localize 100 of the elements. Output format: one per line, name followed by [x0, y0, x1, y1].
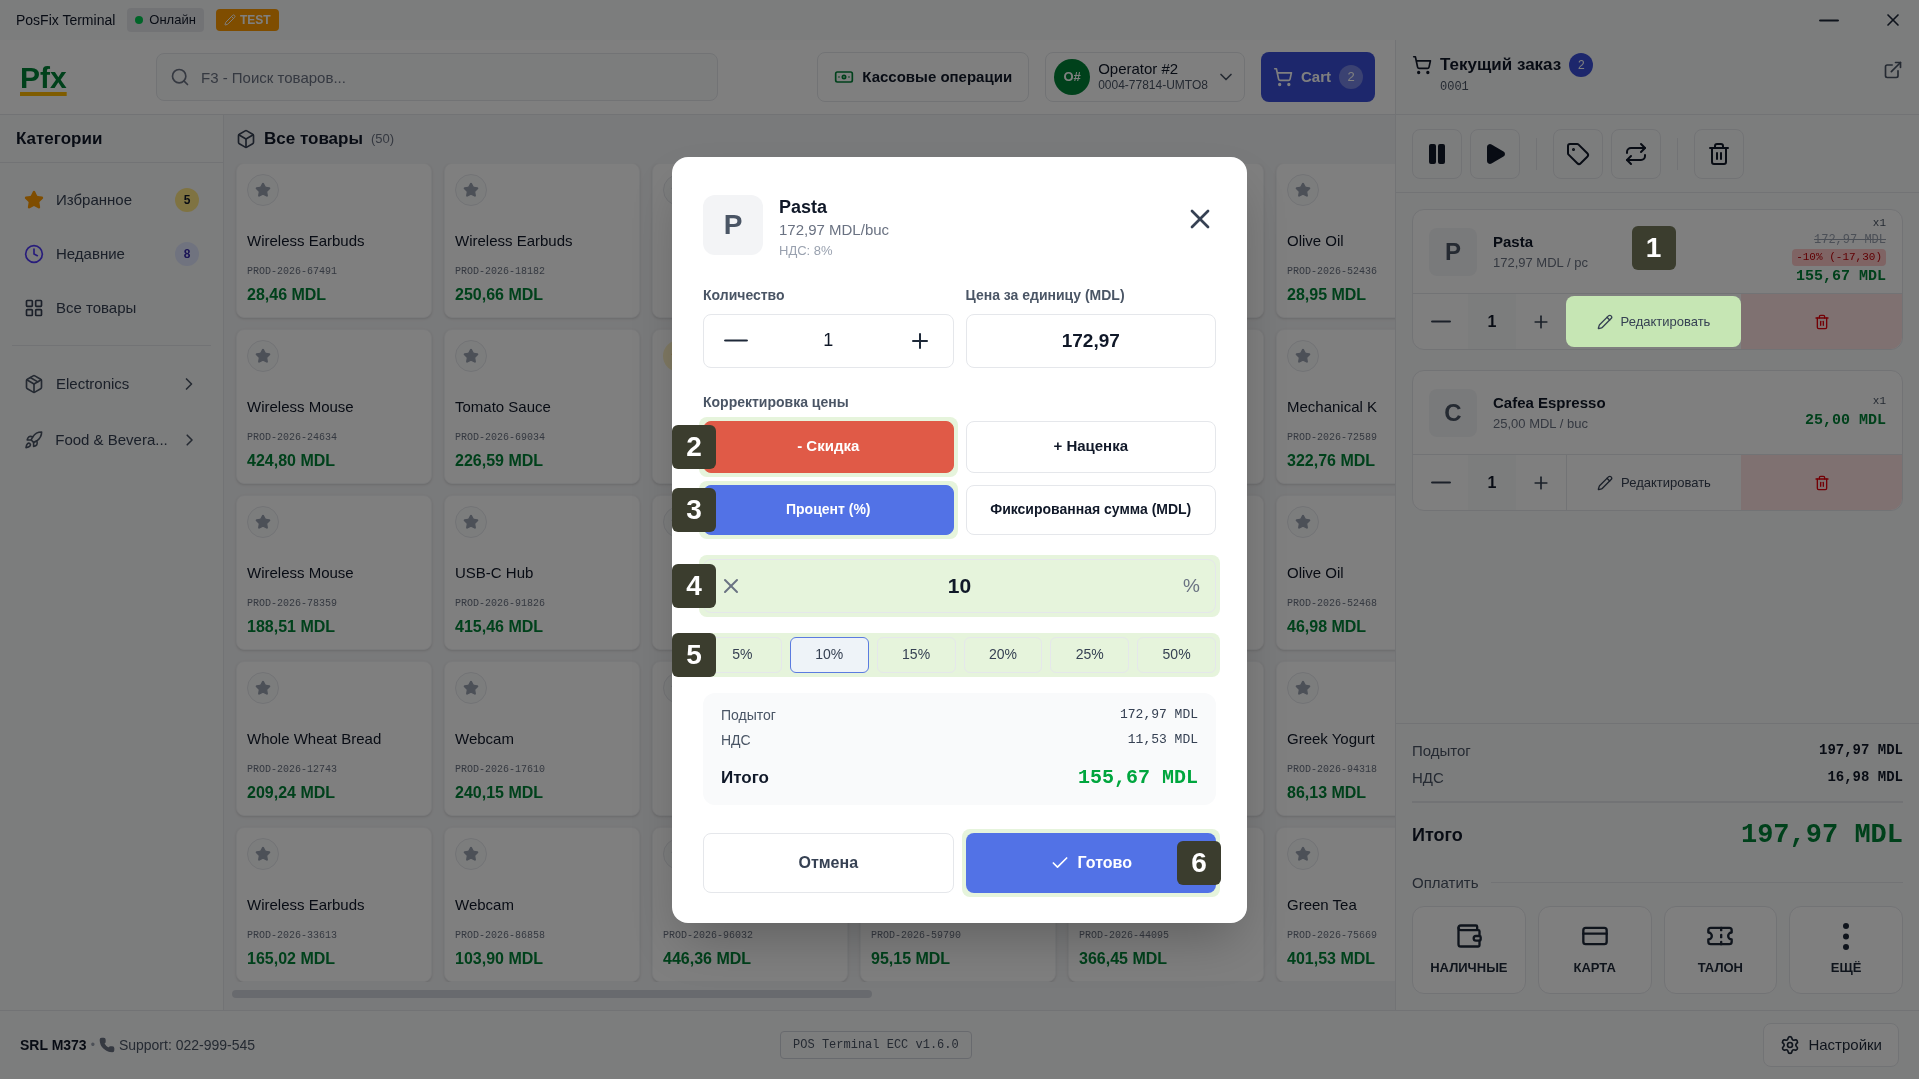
product-initial: C — [1429, 388, 1477, 437]
product-sku: PROD-2026-52436 — [1287, 265, 1378, 279]
vat-label: НДС — [1412, 767, 1444, 788]
sidebar-item-label: Избранное — [56, 189, 133, 210]
product-sku: PROD-2026-12743 — [247, 763, 338, 777]
product-sku: PROD-2026-91826 — [455, 597, 546, 611]
product-name: Wireless Mouse — [247, 562, 355, 583]
operator-avatar: O# — [1054, 59, 1091, 95]
product-sku: PROD-2026-24634 — [247, 431, 338, 445]
support-phone: Support: 022-999-545 — [118, 1035, 256, 1055]
product-name: Mechanical K — [1287, 396, 1379, 417]
product-price: 446,36 MDL — [663, 949, 753, 969]
company-name: SRL M373 — [20, 1035, 87, 1055]
cart-item-name: Cafea Espresso — [1493, 392, 1606, 413]
product-sku: PROD-2026-17610 — [455, 763, 546, 777]
quantity-tag: x1 — [1872, 393, 1886, 410]
status-text: Онлайн — [149, 11, 196, 30]
total-value: 197,97 MDL — [1740, 819, 1903, 852]
order-title: Текущий заказ — [1440, 54, 1562, 76]
amount-unit: % — [1183, 573, 1200, 598]
unit-price-label: Цена за единицу (MDL) — [965, 285, 1126, 305]
count-badge: 5 — [175, 188, 199, 212]
total-value: 155,67 MDL — [1077, 764, 1198, 791]
step-number-badge: 6 — [1177, 840, 1221, 885]
product-sku: PROD-2026-18182 — [455, 265, 546, 279]
product-price: 95,15 MDL — [871, 949, 952, 969]
product-price: 424,80 MDL — [247, 451, 337, 471]
cart-item-unit-price: 25,00 MDL / buc — [1493, 415, 1589, 433]
step-number-badge: 3 — [672, 487, 716, 532]
product-price: 165,02 MDL — [247, 949, 337, 969]
product-sku: PROD-2026-44095 — [1079, 929, 1170, 943]
total-label: Итого — [1412, 823, 1463, 847]
subtotal-label: Подытог — [721, 705, 776, 725]
step-number-badge: 5 — [672, 632, 716, 677]
discount-tag: -10% (-17,30) — [1792, 249, 1886, 266]
product-name: USB-C Hub — [455, 562, 535, 583]
product-sku: PROD-2026-33613 — [247, 929, 338, 943]
product-price: 322,76 MDL — [1287, 451, 1377, 471]
test-badge: TEST — [215, 9, 279, 31]
price-adjustment-label: Корректировка цены — [703, 392, 850, 412]
product-name: Wireless Earbuds — [247, 894, 366, 915]
sidebar-item-label: Недавние — [56, 243, 125, 264]
product-sku: PROD-2026-78359 — [247, 597, 338, 611]
product-sku: PROD-2026-86858 — [455, 929, 546, 943]
product-name: Wireless Earbuds — [455, 230, 574, 251]
product-name: Whole Wheat Bread — [247, 728, 383, 749]
product-price: 209,24 MDL — [247, 783, 337, 803]
quantity-tag: x1 — [1872, 214, 1886, 232]
product-initial: P — [703, 194, 763, 255]
product-sku: PROD-2026-75669 — [1287, 929, 1378, 943]
product-price: 401,53 MDL — [1287, 949, 1377, 969]
product-initial: P — [1429, 227, 1477, 276]
dialog-vat: НДС: 8% — [779, 242, 834, 260]
subtotal-value: 197,97 MDL — [1819, 741, 1903, 760]
product-price: 188,51 MDL — [247, 617, 337, 637]
product-sku: PROD-2026-72589 — [1287, 431, 1378, 445]
product-name: Webcam — [455, 894, 515, 915]
product-name: Tomato Sauce — [455, 396, 552, 417]
product-name: Wireless Earbuds — [247, 230, 366, 251]
vat-value: 16,98 MDL — [1827, 767, 1903, 787]
catalog-title: Все товары — [264, 128, 363, 151]
product-price: 250,66 MDL — [455, 285, 545, 305]
sidebar-item-label: Все товары — [56, 297, 137, 318]
product-price: 415,46 MDL — [455, 617, 545, 637]
separator-dot: • — [90, 1037, 95, 1054]
order-count-badge: 2 — [1569, 52, 1594, 77]
product-sku: PROD-2026-96032 — [663, 929, 754, 943]
dialog-unit-price: 172,97 MDL/buc — [779, 219, 890, 240]
product-price: 366,45 MDL — [1079, 949, 1169, 969]
sidebar-title: Категории — [0, 115, 223, 163]
subtotal-value: 172,97 MDL — [1120, 706, 1198, 725]
operator-id: 0004-77814-UMTO8 — [1098, 77, 1208, 93]
product-name: Green Tea — [1287, 894, 1358, 915]
dialog-title: Pasta — [779, 195, 829, 219]
step-number-badge: 4 — [672, 563, 716, 608]
vat-value: 11,53 MDL — [1127, 731, 1198, 750]
quantity-label: Количество — [703, 285, 786, 305]
product-price: 46,98 MDL — [1287, 617, 1368, 637]
catalog-count: (50) — [371, 130, 395, 149]
product-price: 240,15 MDL — [455, 783, 545, 803]
count-badge: 8 — [175, 242, 199, 266]
product-name: Olive Oil — [1287, 562, 1345, 583]
product-name: Webcam — [455, 728, 515, 749]
version-badge: POS Terminal ECC v1.6.0 — [780, 1031, 972, 1059]
product-price: 226,59 MDL — [455, 451, 545, 471]
operator-name: Operator #2 — [1098, 61, 1179, 77]
product-sku: PROD-2026-52468 — [1287, 597, 1378, 611]
product-sku: PROD-2026-67491 — [247, 265, 338, 279]
step-number-badge: 2 — [672, 424, 716, 469]
subtotal-label: Подытог — [1412, 741, 1471, 761]
product-price: 28,95 MDL — [1287, 285, 1368, 305]
product-name: Olive Oil — [1287, 230, 1345, 251]
product-name: Wireless Mouse — [247, 396, 355, 417]
total-label: Итого — [721, 766, 769, 789]
app-title: PosFix Terminal — [16, 10, 116, 30]
product-sku: PROD-2026-69034 — [455, 431, 546, 445]
cart-item-unit-price: 172,97 MDL / pc — [1493, 254, 1588, 272]
vat-label: НДС — [721, 730, 751, 750]
logo: Pfx — [20, 59, 68, 96]
step-number-badge: 1 — [1631, 226, 1676, 270]
